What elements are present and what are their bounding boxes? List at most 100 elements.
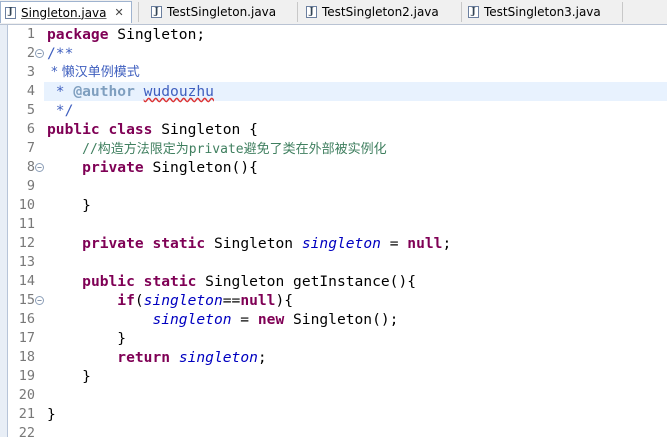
code-line: } (47, 329, 126, 348)
tab-divider (138, 2, 139, 22)
line-number: 4 (26, 83, 35, 99)
keyword: private (82, 159, 144, 176)
code-text: = (231, 311, 258, 328)
line-comment: //构造方法限定为private避免了类在外部被实例化 (82, 142, 387, 157)
tab-testsingleton2-java[interactable]: J TestSingleton2.java (302, 1, 462, 23)
static-field: singleton (152, 311, 232, 328)
line-number: 7 (26, 140, 35, 156)
javadoc-comment: * (47, 83, 74, 100)
line-number: 6 (26, 121, 35, 137)
code-text: == (222, 292, 241, 309)
code-text: ; (257, 349, 267, 366)
java-file-icon: J (151, 6, 162, 18)
line-number: 18 (18, 349, 35, 365)
code-line: */ (47, 101, 74, 120)
keyword: public (82, 273, 135, 290)
keyword: null (240, 292, 276, 309)
code-line: * 懒汉单例模式 (47, 63, 140, 82)
keyword: public (47, 121, 100, 138)
line-number: 19 (18, 368, 35, 384)
overview-ruler-left (0, 25, 8, 437)
code-line: private static Singleton singleton = nul… (47, 234, 451, 253)
line-number: 8 (26, 159, 35, 175)
tab-testsingleton-java[interactable]: J TestSingleton.java (147, 1, 297, 23)
line-number: 13 (18, 254, 35, 270)
tab-label: TestSingleton3.java (484, 5, 601, 19)
java-file-icon: J (468, 6, 479, 18)
line-number: 10 (18, 197, 35, 213)
code-text: Singleton { (152, 121, 258, 138)
code-line: } (47, 405, 56, 424)
keyword: if (117, 292, 135, 309)
line-number: 3 (26, 64, 35, 80)
tab-label: TestSingleton.java (167, 5, 277, 19)
code-line: singleton = new Singleton(); (47, 310, 398, 329)
tab-divider (297, 2, 298, 22)
code-text: ( (134, 292, 144, 309)
static-field: singleton (301, 235, 381, 252)
code-line: * @author wudouzhu (47, 82, 214, 101)
keyword: new (257, 311, 285, 328)
tab-label: Singleton.java (21, 5, 107, 20)
tab-singleton-java[interactable]: J Singleton.java ✕ (0, 1, 132, 23)
tab-testsingleton3-java[interactable]: J TestSingleton3.java (464, 1, 624, 23)
code-text: = (380, 235, 408, 252)
code-line: /** (47, 44, 73, 63)
code-text: } (47, 406, 56, 423)
code-line: private Singleton(){ (47, 158, 258, 177)
javadoc-comment: /** (47, 45, 74, 62)
editor-tab-bar: J Singleton.java ✕ J TestSingleton.java … (0, 0, 667, 25)
code-text: Singleton(); (284, 311, 399, 328)
code-text: } (47, 197, 91, 214)
javadoc-comment: * 懒汉单例模式 (47, 65, 140, 80)
tab-label: TestSingleton2.java (322, 5, 439, 19)
keyword: static (143, 273, 197, 290)
keyword: static (152, 235, 206, 252)
java-file-icon: J (5, 6, 16, 19)
line-number: 22 (18, 425, 35, 437)
code-line: return singleton; (47, 348, 267, 367)
code-text: Singleton; (108, 26, 206, 43)
code-line: public static Singleton getInstance(){ (47, 272, 416, 291)
code-text: ){ (275, 292, 294, 309)
close-icon[interactable]: ✕ (115, 6, 124, 19)
static-field: singleton (178, 349, 258, 366)
line-number: 15 (18, 292, 35, 308)
keyword: private (82, 235, 144, 252)
code-line: public class Singleton { (47, 120, 258, 139)
line-number: 20 (18, 387, 35, 403)
line-number: 9 (26, 178, 35, 194)
code-line: if(singleton==null){ (47, 291, 293, 310)
java-file-icon: J (306, 6, 317, 18)
code-text: } (47, 368, 91, 385)
line-number: 16 (18, 311, 35, 327)
line-number: 17 (18, 330, 35, 346)
line-number: 5 (26, 102, 35, 118)
code-text: Singleton (205, 235, 302, 252)
fold-collapse-icon[interactable]: − (35, 296, 44, 305)
tab-divider (622, 2, 623, 22)
code-line: //构造方法限定为private避免了类在外部被实例化 (47, 139, 387, 158)
line-number: 1 (26, 26, 35, 42)
code-line: package Singleton; (47, 25, 205, 44)
spelling-warning-text: wudouzhu (143, 83, 214, 100)
code-text: ; (442, 235, 452, 252)
line-number: 11 (18, 216, 35, 232)
keyword: class (108, 121, 153, 138)
code-text: Singleton(){ (143, 159, 258, 176)
line-number: 21 (18, 406, 35, 422)
fold-collapse-icon[interactable]: − (35, 49, 44, 58)
code-text: } (47, 330, 127, 347)
code-line: } (47, 367, 91, 386)
keyword: package (47, 26, 109, 43)
fold-collapse-icon[interactable]: − (35, 163, 44, 172)
code-editor[interactable]: 1 2 3 4 5 6 7 8 9 10 11 12 13 14 15 16 1… (0, 25, 667, 437)
javadoc-comment: */ (47, 102, 74, 119)
